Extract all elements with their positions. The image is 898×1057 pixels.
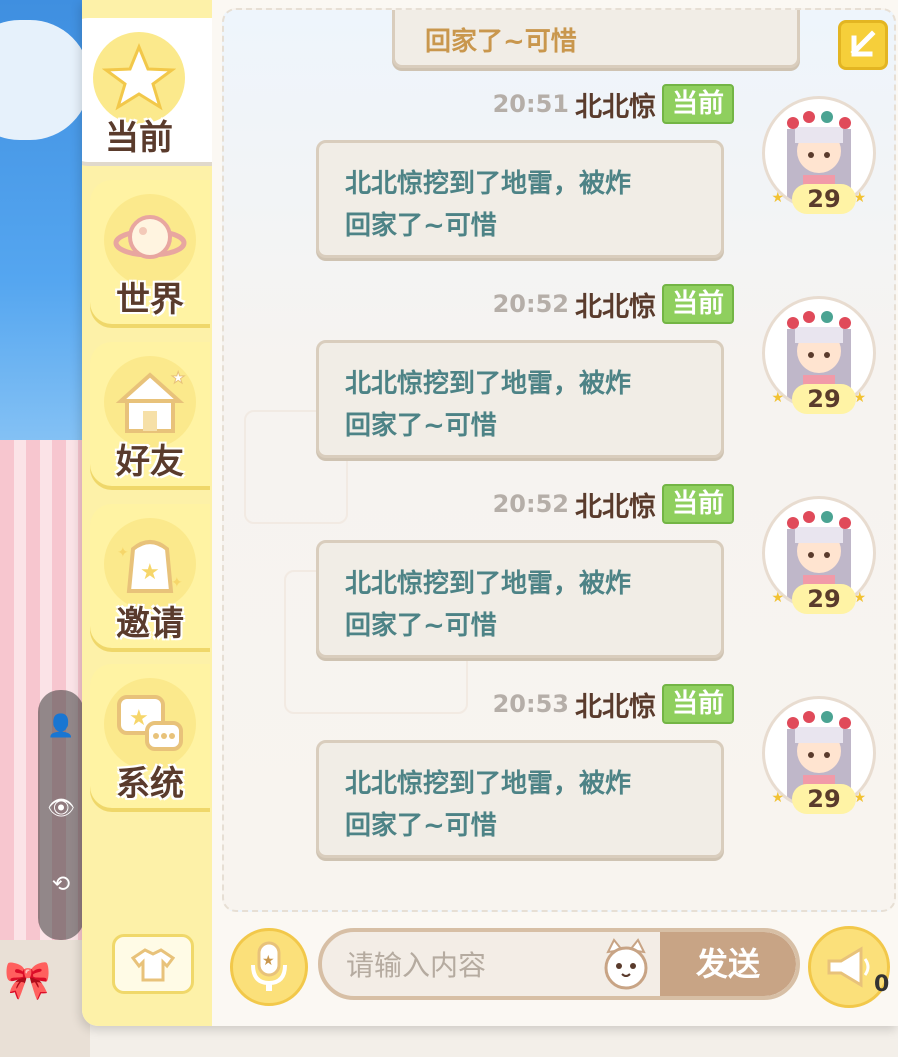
message-bubble: 北北惊挖到了地雷，被炸 回家了~可惜 xyxy=(316,140,724,258)
message-time: 20:52 xyxy=(492,490,569,518)
collapse-button[interactable] xyxy=(838,20,888,70)
chat-feed[interactable]: 回家了~可惜 20:51 北北惊 当前 北北惊挖到了地雷，被炸 回家了~可惜 ★… xyxy=(222,8,896,912)
chat-message: 20:53 北北惊 当前 北北惊挖到了地雷，被炸 回家了~可惜 ★ ★ 29 xyxy=(224,684,894,874)
message-nickname[interactable]: 北北惊 xyxy=(575,485,656,524)
message-bubble: 北北惊挖到了地雷，被炸 回家了~可惜 xyxy=(316,340,724,458)
level-star-icon: ★ xyxy=(771,590,784,606)
microphone-icon: ★ xyxy=(251,941,287,991)
level-badge: 29 xyxy=(792,384,856,414)
svg-text:✦: ✦ xyxy=(171,575,183,591)
message-meta: 20:53 北北惊 当前 xyxy=(493,684,734,724)
level-star-icon: ★ xyxy=(771,790,784,806)
message-text-line: 北北惊挖到了地雷，被炸 xyxy=(345,569,632,599)
eye-icon[interactable]: 👁 xyxy=(46,794,76,824)
message-bubble: 北北惊挖到了地雷，被炸 回家了~可惜 xyxy=(316,740,724,858)
tab-invite[interactable]: ★ ✦ ✦ 邀请 xyxy=(90,504,210,648)
message-text-line: 北北惊挖到了地雷，被炸 xyxy=(345,769,632,799)
shirt-icon xyxy=(131,948,175,982)
svg-text:✦: ✦ xyxy=(117,545,129,561)
tab-label: 邀请 xyxy=(116,604,184,644)
message-bubble: 北北惊挖到了地雷，被炸 回家了~可惜 xyxy=(316,540,724,658)
message-time: 20:51 xyxy=(492,90,569,118)
channel-badge: 当前 xyxy=(661,684,734,724)
message-input[interactable] xyxy=(344,932,598,996)
svg-text:★: ★ xyxy=(262,953,275,969)
chat-message: 20:52 北北惊 当前 北北惊挖到了地雷，被炸 回家了~可惜 ★ ★ 29 xyxy=(224,484,894,674)
svg-text:★: ★ xyxy=(171,368,185,387)
chat-message: 20:52 北北惊 当前 北北惊挖到了地雷，被炸 回家了~可惜 ★ ★ 29 xyxy=(224,284,894,474)
message-text-line: 北北惊挖到了地雷，被炸 xyxy=(345,169,632,199)
message-input-bar: 发送 xyxy=(318,928,800,1000)
message-time: 20:52 xyxy=(492,290,569,318)
channel-badge: 当前 xyxy=(661,84,734,124)
arrow-down-left-icon xyxy=(850,30,876,57)
broadcast-count: 0 xyxy=(874,972,890,997)
people-icon[interactable]: 👤 xyxy=(46,712,76,742)
voice-button[interactable]: ★ xyxy=(230,928,308,1006)
cat-emoji-icon[interactable] xyxy=(598,936,654,992)
svg-text:★: ★ xyxy=(140,560,160,585)
level-badge: 29 xyxy=(792,784,856,814)
tab-world[interactable]: 世界 xyxy=(90,180,210,324)
message-text-line: 回家了~可惜 xyxy=(345,211,497,241)
tab-label: 世界 xyxy=(116,280,184,320)
message-nickname[interactable]: 北北惊 xyxy=(575,85,656,124)
side-toolbar: 👤 👁 ⟲ xyxy=(38,690,84,940)
channel-badge: 当前 xyxy=(661,284,734,324)
level-star-icon: ★ xyxy=(771,190,784,206)
message-text-line: 北北惊挖到了地雷，被炸 xyxy=(345,369,632,399)
wardrobe-button[interactable] xyxy=(112,934,194,994)
tab-label: 当前 xyxy=(105,118,173,158)
tab-friends[interactable]: ★ 好友 xyxy=(90,342,210,486)
message-text-line: 回家了~可惜 xyxy=(345,411,497,441)
bow-decoration-icon: 🎀 xyxy=(4,958,52,1002)
message-meta: 20:52 北北惊 当前 xyxy=(493,284,734,324)
tab-current[interactable]: 当前 xyxy=(82,18,212,162)
megaphone-icon xyxy=(827,946,870,988)
chat-panel: 世界 ★ 好友 ★ ✦ ✦ 邀请 ★ 系统 当前 回家了~可惜 20:51 北北… xyxy=(82,0,898,1026)
message-nickname[interactable]: 北北惊 xyxy=(575,285,656,324)
message-meta: 20:52 北北惊 当前 xyxy=(493,484,734,524)
tab-label: 系统 xyxy=(116,764,184,804)
message-meta: 20:51 北北惊 当前 xyxy=(493,84,734,124)
send-button[interactable]: 发送 xyxy=(660,932,796,996)
channel-badge: 当前 xyxy=(661,484,734,524)
tab-system[interactable]: ★ 系统 xyxy=(90,664,210,808)
message-text-line: 回家了~可惜 xyxy=(345,611,497,641)
channel-tabs: 世界 ★ 好友 ★ ✦ ✦ 邀请 ★ 系统 当前 xyxy=(82,0,212,1026)
message-nickname[interactable]: 北北惊 xyxy=(575,685,656,724)
message-bubble-partial: 回家了~可惜 xyxy=(392,10,800,68)
level-badge: 29 xyxy=(792,184,856,214)
chat-message: 20:51 北北惊 当前 北北惊挖到了地雷，被炸 回家了~可惜 ★ ★ 29 xyxy=(224,84,894,274)
level-star-icon: ★ xyxy=(771,390,784,406)
rotate-icon[interactable]: ⟲ xyxy=(46,870,76,900)
message-text-line: 回家了~可惜 xyxy=(345,811,497,841)
tab-label: 好友 xyxy=(116,442,184,482)
level-badge: 29 xyxy=(792,584,856,614)
message-time: 20:53 xyxy=(492,690,569,718)
